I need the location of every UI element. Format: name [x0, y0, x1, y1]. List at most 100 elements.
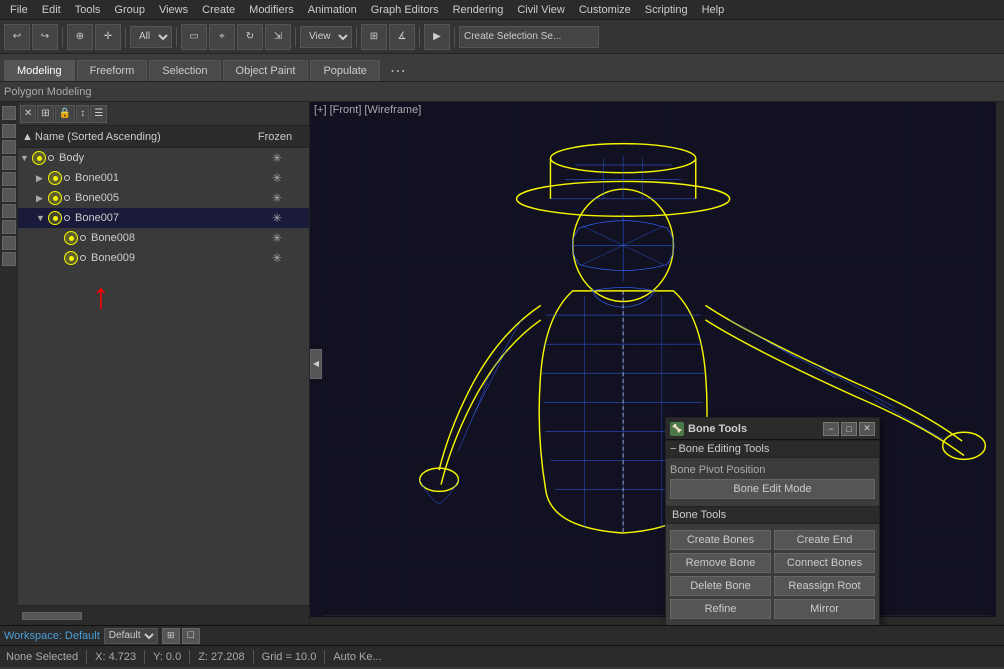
body-eye-icon[interactable] — [32, 151, 46, 165]
menu-civil-view[interactable]: Civil View — [511, 0, 570, 19]
selection-type-dropdown[interactable]: All — [130, 26, 172, 48]
tab-freeform[interactable]: Freeform — [77, 60, 148, 81]
bone001-eye-icon[interactable] — [48, 171, 62, 185]
list-item-bone007[interactable]: ▼ Bone007 ✳ — [18, 208, 309, 228]
reassign-root-btn[interactable]: Reassign Root — [774, 576, 875, 596]
sidebar-icon-9[interactable] — [2, 236, 16, 250]
menu-views[interactable]: Views — [153, 0, 194, 19]
delete-bone-btn[interactable]: Delete Bone — [670, 576, 771, 596]
body-toggle[interactable]: ▼ — [20, 153, 32, 163]
workspace-dropdown[interactable]: Default — [104, 628, 158, 644]
z-coord-item: Z: 27.208 — [198, 651, 244, 663]
create-selection-input[interactable] — [459, 26, 599, 48]
sidebar-sort-btn[interactable]: ↕ — [76, 105, 89, 123]
sidebar-icon-10[interactable] — [2, 252, 16, 266]
sidebar-icon-4[interactable] — [2, 156, 16, 170]
bone009-freeze: ✳ — [247, 251, 307, 265]
bone007-toggle[interactable]: ▼ — [36, 213, 48, 223]
bone005-toggle[interactable]: ▶ — [36, 193, 48, 204]
menu-help[interactable]: Help — [696, 0, 731, 19]
menu-create[interactable]: Create — [196, 0, 241, 19]
menu-rendering[interactable]: Rendering — [447, 0, 510, 19]
menu-edit[interactable]: Edit — [36, 0, 67, 19]
bone009-eye-icon[interactable] — [64, 251, 78, 265]
redo-btn[interactable]: ↪ — [32, 24, 58, 50]
menu-customize[interactable]: Customize — [573, 0, 637, 19]
bone007-eye-dot — [53, 216, 58, 221]
viewport-collapse-btn[interactable]: ◀ — [310, 349, 322, 379]
sidebar-icon-1[interactable] — [2, 106, 16, 120]
snap-btn[interactable]: ⊞ — [361, 24, 387, 50]
bone007-eye-icon[interactable] — [48, 211, 62, 225]
list-item-bone009[interactable]: Bone009 ✳ — [18, 248, 309, 268]
bone001-label: Bone001 — [72, 172, 247, 184]
sidebar-scroll-bar[interactable] — [18, 605, 309, 625]
sidebar-grid-btn[interactable]: ⊞ — [37, 105, 53, 123]
refine-btn[interactable]: Refine — [670, 599, 771, 619]
transform-btn[interactable]: ⌖ — [209, 24, 235, 50]
tab-selection[interactable]: Selection — [149, 60, 220, 81]
sidebar-icon-7[interactable] — [2, 204, 16, 218]
dialog-icon: 🦴 — [670, 422, 684, 436]
undo-btn[interactable]: ↩ — [4, 24, 30, 50]
menu-graph-editors[interactable]: Graph Editors — [365, 0, 445, 19]
workspace-icon-1[interactable]: ⊞ — [162, 628, 180, 644]
sidebar-list-container: ✕ ⊞ 🔒 ↕ ☰ ▲ Name (Sorted Ascending) Froz… — [18, 102, 309, 625]
list-header-name-col[interactable]: ▲ Name (Sorted Ascending) — [22, 131, 245, 143]
tab-modeling[interactable]: Modeling — [4, 60, 75, 81]
menu-scripting[interactable]: Scripting — [639, 0, 694, 19]
dialog-close-btn[interactable]: ✕ — [859, 422, 875, 436]
move-btn[interactable]: ✛ — [95, 24, 121, 50]
bone009-dot — [80, 255, 86, 261]
menu-file[interactable]: File — [4, 0, 34, 19]
dialog-minimize-btn[interactable]: − — [823, 422, 839, 436]
menu-tools[interactable]: Tools — [69, 0, 107, 19]
y-label: Y: — [153, 651, 163, 663]
connect-bones-btn[interactable]: Connect Bones — [774, 553, 875, 573]
bone-edit-mode-btn[interactable]: Bone Edit Mode — [670, 479, 875, 499]
bone001-freeze-icon: ✳ — [272, 171, 282, 185]
viewport-v-scrollbar[interactable] — [996, 102, 1004, 625]
list-item-bone001[interactable]: ▶ Bone001 ✳ — [18, 168, 309, 188]
bone-tools-section-label: Bone Tools — [672, 509, 726, 521]
y-coord-item: Y: 0.0 — [153, 651, 181, 663]
status-sep-3 — [189, 650, 190, 664]
sidebar-menu-btn[interactable]: ☰ — [90, 105, 107, 123]
menu-group[interactable]: Group — [108, 0, 151, 19]
menu-modifiers[interactable]: Modifiers — [243, 0, 300, 19]
bone005-eye-icon[interactable] — [48, 191, 62, 205]
sidebar-h-scrollbar[interactable] — [22, 612, 82, 620]
sidebar-close-btn[interactable]: ✕ — [20, 105, 36, 123]
tab-more-btn[interactable]: ⋯ — [390, 61, 406, 81]
editing-tools-minus[interactable]: − — [670, 443, 676, 455]
select-btn[interactable]: ⊕ — [67, 24, 93, 50]
remove-bone-btn[interactable]: Remove Bone — [670, 553, 771, 573]
tab-object-paint[interactable]: Object Paint — [223, 60, 309, 81]
list-item-bone005[interactable]: ▶ Bone005 ✳ — [18, 188, 309, 208]
rotate-btn[interactable]: ↻ — [237, 24, 263, 50]
tab-populate[interactable]: Populate — [310, 60, 379, 81]
list-item-body[interactable]: ▼ Body ✳ — [18, 148, 309, 168]
view-dropdown[interactable]: View — [300, 26, 352, 48]
scale-btn[interactable]: ⇲ — [265, 24, 291, 50]
sidebar-icon-5[interactable] — [2, 172, 16, 186]
menu-animation[interactable]: Animation — [302, 0, 363, 19]
angle-snap-btn[interactable]: ∡ — [389, 24, 415, 50]
grid-item: Grid = 10.0 — [262, 651, 317, 663]
sidebar-icon-8[interactable] — [2, 220, 16, 234]
create-end-btn[interactable]: Create End — [774, 530, 875, 550]
sidebar-lock-btn[interactable]: 🔒 — [55, 105, 75, 123]
list-item-bone008[interactable]: Bone008 ✳ — [18, 228, 309, 248]
sidebar-icon-6[interactable] — [2, 188, 16, 202]
viewport-h-scrollbar[interactable] — [310, 617, 996, 625]
mirror-btn[interactable]: Mirror — [774, 599, 875, 619]
create-bones-btn[interactable]: Create Bones — [670, 530, 771, 550]
workspace-icon-2[interactable]: ☐ — [182, 628, 200, 644]
dialog-restore-btn[interactable]: □ — [841, 422, 857, 436]
sidebar-icon-3[interactable] — [2, 140, 16, 154]
bone008-eye-icon[interactable] — [64, 231, 78, 245]
render-btn[interactable]: ▶ — [424, 24, 450, 50]
select-region-btn[interactable]: ▭ — [181, 24, 207, 50]
bone001-toggle[interactable]: ▶ — [36, 173, 48, 184]
sidebar-icon-2[interactable] — [2, 124, 16, 138]
